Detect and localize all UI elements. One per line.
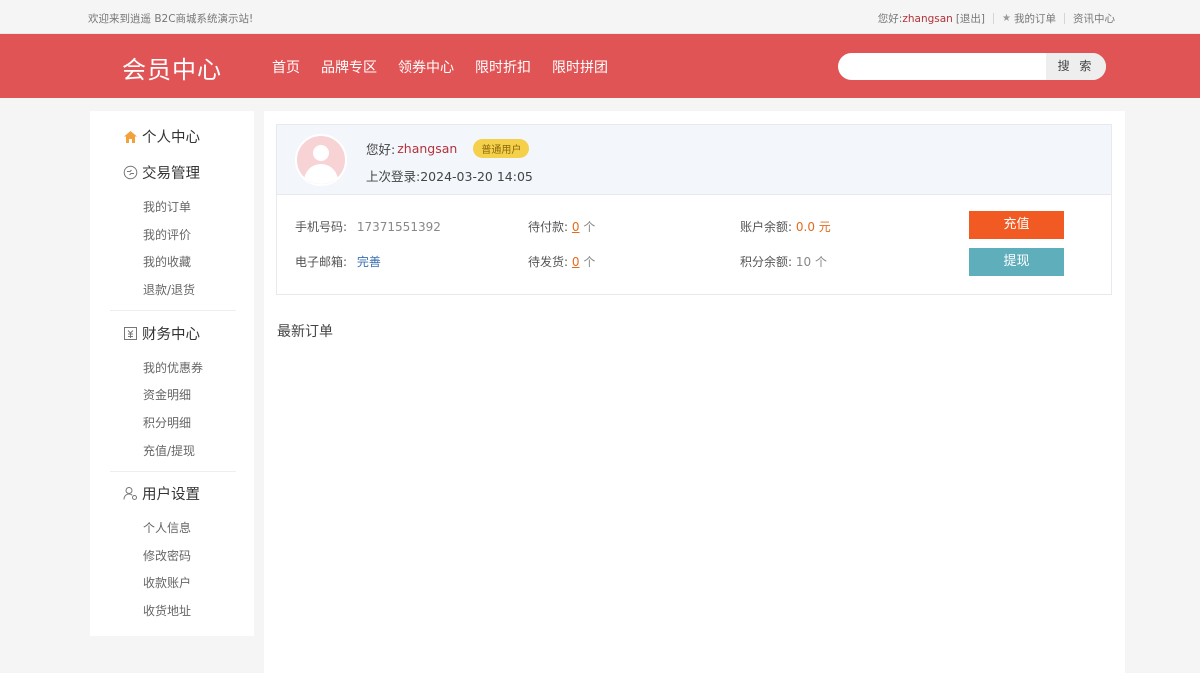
status-badge: 普通用户 bbox=[473, 139, 530, 158]
sidebar-item-points-details[interactable]: 积分明细 bbox=[143, 414, 191, 431]
last-login-label: 上次登录: bbox=[366, 169, 421, 184]
sidebar-group-settings: 用户设置 bbox=[122, 483, 200, 504]
logout-link[interactable]: [退出] bbox=[956, 11, 985, 26]
balance-value: 0.0 元 bbox=[795, 220, 831, 234]
points-label: 积分余额: bbox=[740, 255, 793, 269]
phone-value: 17371551392 bbox=[356, 220, 441, 234]
sidebar-group-label: 用户设置 bbox=[142, 487, 200, 503]
welcome-text: 欢迎来到逍遥 B2C商城系统演示站! bbox=[88, 13, 254, 25]
points-field: 积分余额: 10 个 bbox=[740, 253, 827, 270]
news-center-link[interactable]: 资讯中心 bbox=[1073, 11, 1115, 26]
star-icon: ★ bbox=[1002, 13, 1011, 24]
nav-discounts[interactable]: 限时折扣 bbox=[475, 57, 531, 77]
sidebar-item-personal-center[interactable]: 个人中心 bbox=[122, 126, 200, 147]
pending-payment-field: 待付款: 0 个 bbox=[528, 218, 595, 235]
pending-shipment-label: 待发货: bbox=[528, 255, 569, 269]
email-field: 电子邮箱: 完善 bbox=[295, 253, 381, 270]
sidebar-item-payout-account[interactable]: 收款账户 bbox=[143, 574, 191, 591]
ledger-icon bbox=[122, 326, 138, 342]
main-header: 会员中心 首页 品牌专区 领券中心 限时折扣 限时拼团 搜 索 bbox=[0, 34, 1200, 98]
email-label: 电子邮箱: bbox=[295, 255, 348, 269]
sidebar: 个人中心 交易管理 我的订单 我的评价 我的收藏 退款/退货 财务中心 我的优惠… bbox=[90, 111, 254, 636]
phone-label: 手机号码: bbox=[295, 220, 348, 234]
recharge-button[interactable]: 充值 bbox=[969, 211, 1064, 239]
pending-payment-count[interactable]: 0 bbox=[572, 220, 580, 234]
avatar[interactable] bbox=[295, 134, 347, 186]
sidebar-item-label: 个人中心 bbox=[142, 130, 200, 146]
my-orders-link[interactable]: 我的订单 bbox=[1014, 11, 1056, 26]
home-icon bbox=[122, 129, 138, 145]
pending-shipment-count[interactable]: 0 bbox=[572, 255, 580, 269]
sidebar-item-fund-details[interactable]: 资金明细 bbox=[143, 386, 191, 403]
profile-username: zhangsan bbox=[397, 141, 458, 156]
sidebar-group-finance: 财务中心 bbox=[122, 323, 200, 344]
sidebar-item-change-password[interactable]: 修改密码 bbox=[143, 547, 191, 564]
top-utility-bar: 欢迎来到逍遥 B2C商城系统演示站! 您好: zhangsan [退出] ★ 我… bbox=[0, 0, 1200, 34]
nav-coupons[interactable]: 领券中心 bbox=[398, 57, 454, 77]
sidebar-item-my-reviews[interactable]: 我的评价 bbox=[143, 226, 191, 243]
sidebar-item-recharge-withdraw[interactable]: 充值/提现 bbox=[143, 442, 195, 459]
profile-card: 您好: zhangsan 普通用户 上次登录:2024-03-20 14:05 … bbox=[276, 124, 1112, 295]
sidebar-item-my-orders[interactable]: 我的订单 bbox=[143, 198, 191, 215]
sidebar-item-shipping-address[interactable]: 收货地址 bbox=[143, 602, 191, 619]
email-complete-link[interactable]: 完善 bbox=[357, 255, 381, 269]
sidebar-group-label: 财务中心 bbox=[142, 327, 200, 343]
nav-home[interactable]: 首页 bbox=[272, 57, 300, 77]
user-gear-icon bbox=[122, 486, 138, 502]
greeting: 您好: zhangsan 普通用户 bbox=[366, 139, 530, 158]
last-login-value: 2024-03-20 14:05 bbox=[420, 169, 533, 184]
phone-field: 手机号码: 17371551392 bbox=[295, 218, 441, 235]
topbar-hello-prefix: 您好: bbox=[877, 13, 903, 25]
sidebar-item-refunds[interactable]: 退款/退货 bbox=[143, 281, 195, 298]
search-box: 搜 索 bbox=[838, 53, 1106, 80]
divider bbox=[110, 310, 236, 311]
points-value: 10 个 bbox=[795, 255, 827, 269]
main-content: 您好: zhangsan 普通用户 上次登录:2024-03-20 14:05 … bbox=[264, 111, 1125, 673]
pending-payment-label: 待付款: bbox=[528, 220, 569, 234]
pending-shipment-unit: 个 bbox=[583, 255, 596, 269]
balance-label: 账户余额: bbox=[740, 220, 793, 234]
sidebar-item-personal-info[interactable]: 个人信息 bbox=[143, 519, 191, 536]
topbar-username[interactable]: zhangsan bbox=[902, 13, 952, 25]
main-nav: 首页 品牌专区 领券中心 限时折扣 限时拼团 bbox=[272, 57, 629, 77]
exchange-icon bbox=[122, 165, 138, 181]
sidebar-group-label: 交易管理 bbox=[142, 166, 200, 182]
last-login: 上次登录:2024-03-20 14:05 bbox=[366, 166, 533, 185]
sidebar-item-coupons[interactable]: 我的优惠券 bbox=[143, 359, 203, 376]
search-input[interactable] bbox=[838, 53, 1046, 80]
search-button[interactable]: 搜 索 bbox=[1046, 53, 1106, 80]
withdraw-button[interactable]: 提现 bbox=[969, 248, 1064, 276]
divider bbox=[110, 471, 236, 472]
pending-shipment-field: 待发货: 0 个 bbox=[528, 253, 595, 270]
nav-group-buy[interactable]: 限时拼团 bbox=[552, 57, 608, 77]
nav-brands[interactable]: 品牌专区 bbox=[321, 57, 377, 77]
latest-orders-title: 最新订单 bbox=[277, 324, 333, 340]
topbar-user-links: 您好: zhangsan [退出] ★ 我的订单 资讯中心 bbox=[878, 11, 1115, 26]
greeting-prefix: 您好: bbox=[366, 142, 396, 157]
sidebar-group-trade: 交易管理 bbox=[122, 162, 200, 183]
divider bbox=[1064, 13, 1065, 24]
balance-field: 账户余额: 0.0 元 bbox=[740, 218, 831, 235]
profile-header: 您好: zhangsan 普通用户 上次登录:2024-03-20 14:05 bbox=[277, 125, 1111, 195]
sidebar-item-my-favorites[interactable]: 我的收藏 bbox=[143, 253, 191, 270]
logo[interactable]: 会员中心 bbox=[122, 50, 222, 85]
pending-payment-unit: 个 bbox=[583, 220, 596, 234]
divider bbox=[993, 13, 995, 24]
